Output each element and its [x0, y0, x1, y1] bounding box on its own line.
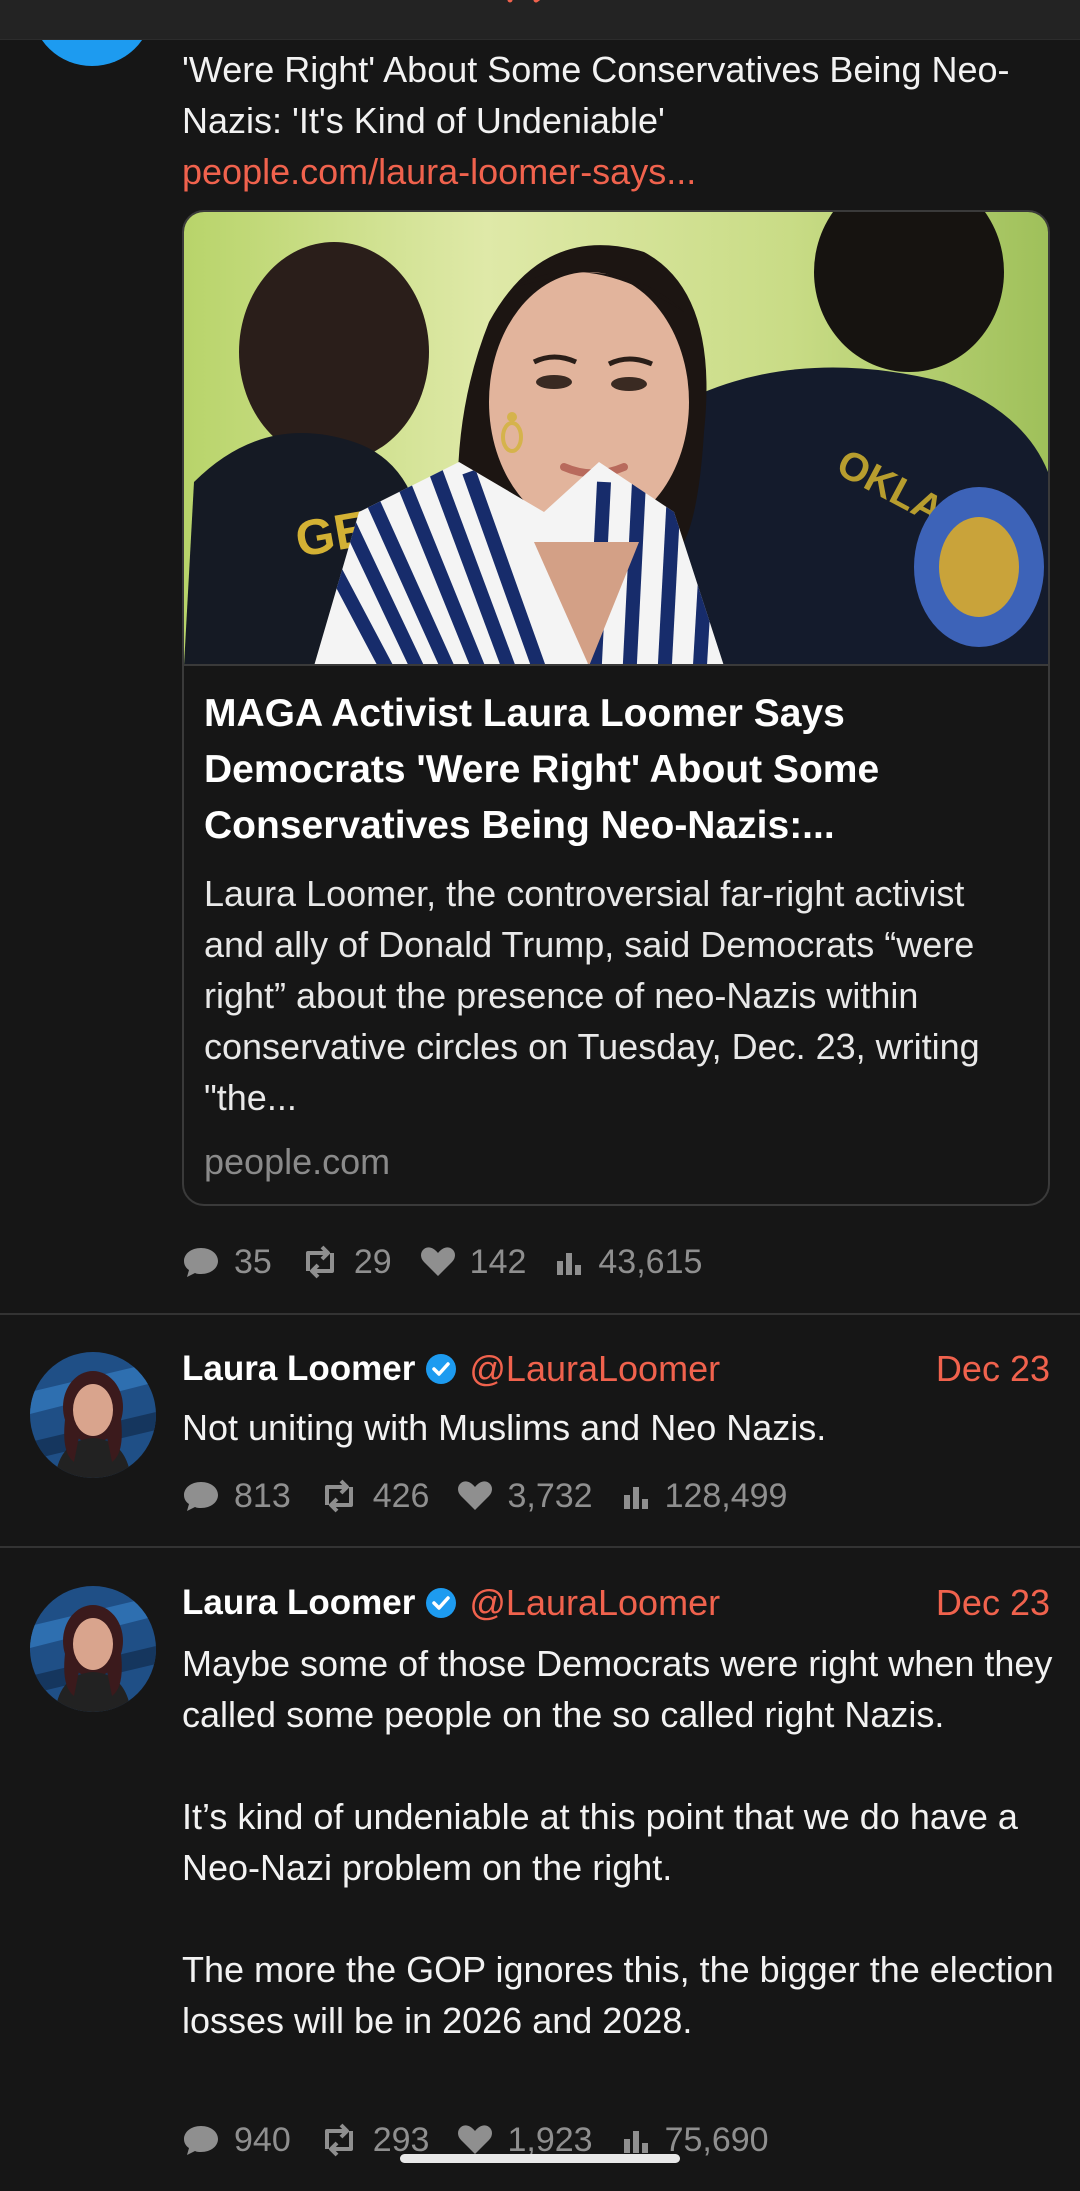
verified-badge-icon — [426, 1354, 457, 1384]
views-button[interactable]: 43,615 — [554, 1243, 702, 1282]
heart-icon — [458, 2125, 493, 2154]
reply-count: 35 — [234, 1242, 272, 1281]
post-date[interactable]: Dec 23 — [936, 1582, 1050, 1624]
post-stats: 35 29 142 43,615 — [182, 1240, 730, 1284]
app-logo-icon[interactable] — [502, 0, 570, 18]
top-app-bar — [0, 0, 1080, 40]
repost-button[interactable]: 426 — [319, 1476, 430, 1516]
avatar[interactable] — [30, 1586, 156, 1712]
view-count: 75,690 — [664, 2120, 769, 2159]
avatar[interactable] — [30, 1352, 156, 1478]
repost-count: 29 — [353, 1242, 392, 1281]
display-name[interactable]: Laura Loomer — [182, 1583, 415, 1623]
heart-icon — [458, 1481, 493, 1510]
view-count: 43,615 — [598, 1242, 703, 1281]
like-button[interactable]: 3,732 — [457, 1476, 593, 1516]
post-header: Laura Loomer @LauraLoomer Dec 23 — [182, 1344, 1050, 1394]
bar-chart-icon — [623, 2131, 648, 2153]
post-link[interactable]: people.com/laura-loomer-says... — [182, 146, 696, 197]
reply-button[interactable]: 35 — [182, 1243, 272, 1282]
link-preview-description: Laura Loomer, the controversial far-righ… — [204, 873, 980, 1118]
post-stats: 813 426 3,732 128,499 — [182, 1474, 815, 1518]
verified-badge-icon — [426, 1588, 457, 1618]
like-button[interactable]: 142 — [420, 1242, 527, 1282]
divider — [0, 1313, 1080, 1315]
repost-arrows-icon — [324, 2123, 353, 2157]
link-preview-domain: people.com — [204, 1141, 391, 1182]
repost-button[interactable]: 29 — [300, 1243, 392, 1282]
link-preview-card[interactable]: GE OKLA MAGA Activist Laura Loomer Says … — [182, 210, 1050, 1206]
views-button[interactable]: 128,499 — [621, 1476, 788, 1516]
repost-arrows-icon — [305, 1245, 334, 1279]
link-preview-image: GE OKLA — [184, 212, 1048, 666]
post-header: Laura Loomer @LauraLoomer Dec 23 — [182, 1578, 1050, 1628]
reply-count: 813 — [234, 1476, 291, 1515]
post-text: Maybe some of those Democrats were right… — [182, 1643, 1054, 2041]
view-count: 128,499 — [664, 1476, 788, 1515]
heart-icon — [420, 1247, 455, 1276]
like-count: 142 — [469, 1242, 527, 1281]
user-handle[interactable]: @LauraLoomer — [469, 1582, 720, 1624]
repost-arrows-icon — [324, 1479, 353, 1513]
repost-count: 426 — [372, 1476, 430, 1515]
post-text: 'Were Right' About Some Conservatives Be… — [182, 49, 1010, 141]
speech-bubble-icon — [184, 1248, 218, 1277]
speech-bubble-icon — [184, 1482, 218, 1511]
bar-chart-icon — [623, 1487, 648, 1509]
reply-button[interactable]: 940 — [182, 2121, 291, 2160]
like-count: 3,732 — [507, 1476, 593, 1515]
speech-bubble-icon — [184, 2126, 218, 2155]
display-name[interactable]: Laura Loomer — [182, 1349, 415, 1389]
bar-chart-icon — [557, 1253, 582, 1275]
home-indicator[interactable] — [400, 2154, 680, 2163]
post-text: Not uniting with Muslims and Neo Nazis. — [182, 1407, 827, 1448]
divider — [0, 1546, 1080, 1548]
post-date[interactable]: Dec 23 — [936, 1348, 1050, 1390]
link-preview-title: MAGA Activist Laura Loomer Says Democrat… — [204, 692, 880, 847]
user-handle[interactable]: @LauraLoomer — [469, 1348, 720, 1390]
reply-count: 940 — [234, 2120, 291, 2159]
reply-button[interactable]: 813 — [182, 1477, 291, 1516]
